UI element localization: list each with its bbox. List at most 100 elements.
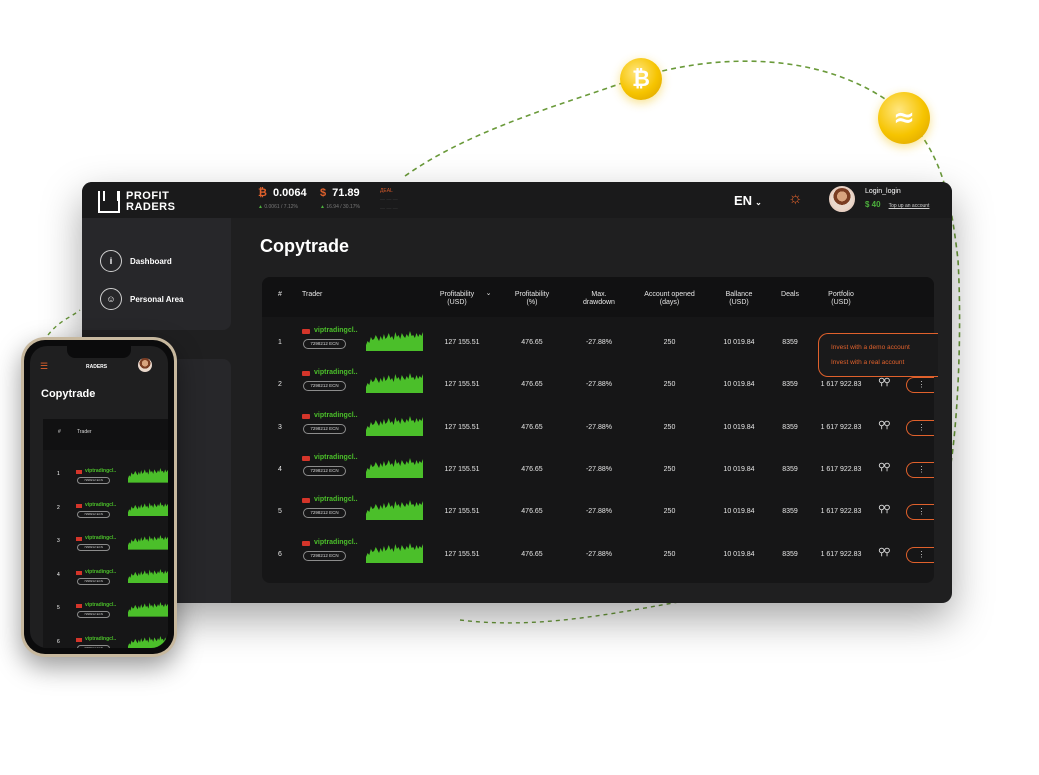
profit-sparkline: [128, 532, 168, 550]
profit-sparkline: [366, 369, 423, 394]
row-number: 4: [57, 571, 60, 578]
flag-icon: [76, 638, 82, 642]
more-options-button[interactable]: ⋮: [906, 504, 934, 521]
row-number: 1: [57, 471, 60, 477]
ticker-value: 0.0064: [272, 187, 307, 199]
account-opened-days: 250: [663, 381, 676, 389]
hamburger-menu-icon[interactable]: ☰: [40, 361, 48, 372]
profit-sparkline: [366, 327, 423, 351]
row-number: 2: [278, 381, 282, 389]
table-row[interactable]: 4 viptradingcl.. 7298212 ECN 127 155.51 476.…: [262, 448, 934, 490]
trader-name[interactable]: viptradingcl..: [314, 327, 358, 334]
more-options-button[interactable]: ⋮: [906, 546, 934, 563]
row-number: 3: [278, 423, 282, 431]
sidebar-item-personal-area[interactable]: ☺ Personal Area: [100, 288, 184, 310]
ticker-usd[interactable]: $71.89 ▲ 16.94 / 30.17%: [320, 187, 360, 210]
table-row[interactable]: 6 viptradingcl.. 7298212 ECN 127 155.51 476.…: [262, 533, 934, 575]
account-opened-days: 250: [663, 423, 676, 431]
more-options-button[interactable]: ⋮: [906, 461, 934, 478]
col-number: #: [278, 291, 282, 298]
sparkline-area: [128, 635, 168, 648]
sidebar-item-label: Personal Area: [130, 294, 184, 304]
avatar[interactable]: [829, 186, 855, 212]
more-options-button[interactable]: ⋮: [906, 377, 934, 394]
profit-sparkline: [366, 539, 423, 563]
list-item[interactable]: 5 viptradingcl.. 7298212 ECN: [43, 597, 168, 629]
sun-icon[interactable]: ☼: [788, 191, 804, 207]
brand-logo[interactable]: PROFIT RADERS: [98, 191, 175, 213]
trader-name[interactable]: viptradingcl..: [314, 369, 358, 376]
flag-icon: [302, 371, 310, 377]
avatar[interactable]: [138, 358, 152, 372]
flag-icon: [302, 540, 310, 546]
trader-name[interactable]: viptradingcl..: [85, 468, 116, 474]
list-item[interactable]: 6 viptradingcl.. 7298212 ECN: [43, 631, 168, 648]
row-number: 1: [278, 339, 282, 346]
sort-chevron-icon[interactable]: ⌄: [484, 290, 493, 298]
list-item[interactable]: 2 viptradingcl.. 7298212 ECN: [43, 497, 168, 529]
profit-sparkline: [128, 465, 168, 483]
trader-name[interactable]: viptradingcl..: [314, 454, 358, 461]
ticker-more[interactable]: ДЕАL — — — — — —: [380, 187, 398, 214]
trader-name[interactable]: viptradingcl..: [85, 636, 116, 642]
trader-name[interactable]: viptradingcl..: [314, 539, 358, 546]
list-item[interactable]: 4 viptradingcl.. 7298212 ECN: [43, 564, 168, 596]
info-circle-icon: i: [100, 250, 122, 272]
flag-icon: [302, 413, 310, 419]
trader-name[interactable]: viptradingcl..: [85, 502, 116, 508]
sparkline-area: [366, 457, 423, 478]
sparkline-area: [366, 373, 423, 394]
trader-name[interactable]: viptradingcl..: [314, 496, 358, 503]
row-number: 2: [57, 504, 60, 511]
trader-name[interactable]: viptradingcl..: [85, 602, 116, 608]
col-deals: Deals: [781, 291, 799, 298]
phone-brand-logo: RADERS: [86, 364, 108, 370]
profitability-usd: 127 155.51: [444, 381, 480, 389]
sparkline-area: [128, 501, 168, 517]
profit-sparkline: [366, 496, 423, 521]
trader-name[interactable]: viptradingcl..: [85, 569, 116, 575]
invest-real-option[interactable]: Invest with a real account: [831, 359, 904, 366]
profitability-usd: 127 155.51: [444, 508, 480, 516]
balance: 10 019.84: [723, 465, 755, 473]
top-bar: PROFIT RADERS ₿ 0.0064 ▲ 0.0061 / 7.12% $…: [82, 182, 952, 218]
profit-sparkline: [128, 633, 168, 648]
profit-sparkline: [128, 566, 168, 584]
dollar-symbol-icon: $: [320, 187, 327, 199]
ticker-change: 0.0061 / 7.12%: [264, 204, 298, 210]
row-number: 4: [278, 465, 282, 473]
account-opened-days: 250: [663, 508, 676, 516]
col-max-drawdown: Max. drawdown: [583, 291, 615, 306]
investors-icon: ⚲⚲: [878, 461, 891, 473]
max-drawdown: -27.88%: [585, 339, 613, 346]
sidebar-item-dashboard[interactable]: i Dashboard: [100, 250, 172, 272]
table-row[interactable]: 3 viptradingcl.. 7298212 ECN 127 155.51 476.…: [262, 406, 934, 448]
copytrade-table: # Trader Profitability (USD) ⌄ Profitabi…: [262, 277, 934, 583]
bitcoin-coin-icon: ₿: [620, 58, 662, 100]
logo-mark-icon: [98, 191, 120, 213]
col-balance: Ballance (USD): [725, 291, 753, 306]
table-row[interactable]: 5 viptradingcl.. 7298212 ECN 127 155.51 476.…: [262, 490, 934, 532]
profitability-pct: 476.65: [521, 423, 543, 431]
trader-name[interactable]: viptradingcl..: [85, 535, 116, 541]
more-options-button[interactable]: ⋮: [906, 419, 934, 436]
profitability-pct: 476.65: [521, 550, 543, 558]
phone-screen: ☰ RADERS Copytrade # Trader 1 viptradingc…: [30, 346, 168, 648]
col-number: #: [58, 429, 61, 435]
top-up-link[interactable]: Top up an account: [889, 203, 930, 209]
ticker-btc[interactable]: ₿ 0.0064 ▲ 0.0061 / 7.12%: [258, 187, 307, 210]
list-item[interactable]: 1 viptradingcl.. 7298212 ECN: [43, 463, 168, 495]
profitability-usd: 127 155.51: [444, 465, 480, 473]
trader-name[interactable]: viptradingcl..: [314, 412, 358, 419]
account-badge: 7298212 ECN: [303, 465, 346, 476]
user-balance: $ 40: [865, 200, 881, 209]
col-profitability-usd[interactable]: Profitability (USD): [432, 291, 482, 307]
flag-icon: [302, 455, 310, 461]
col-profitability-pct: Profitability (%): [514, 291, 550, 306]
account-badge: 7298212 ECN: [77, 577, 110, 585]
invest-demo-option[interactable]: Invest with a demo account: [831, 344, 910, 351]
user-icon: ☺: [100, 288, 122, 310]
profit-sparkline: [366, 412, 423, 436]
language-selector[interactable]: EN ⌄: [734, 193, 762, 208]
list-item[interactable]: 3 viptradingcl.. 7298212 ECN: [43, 530, 168, 562]
